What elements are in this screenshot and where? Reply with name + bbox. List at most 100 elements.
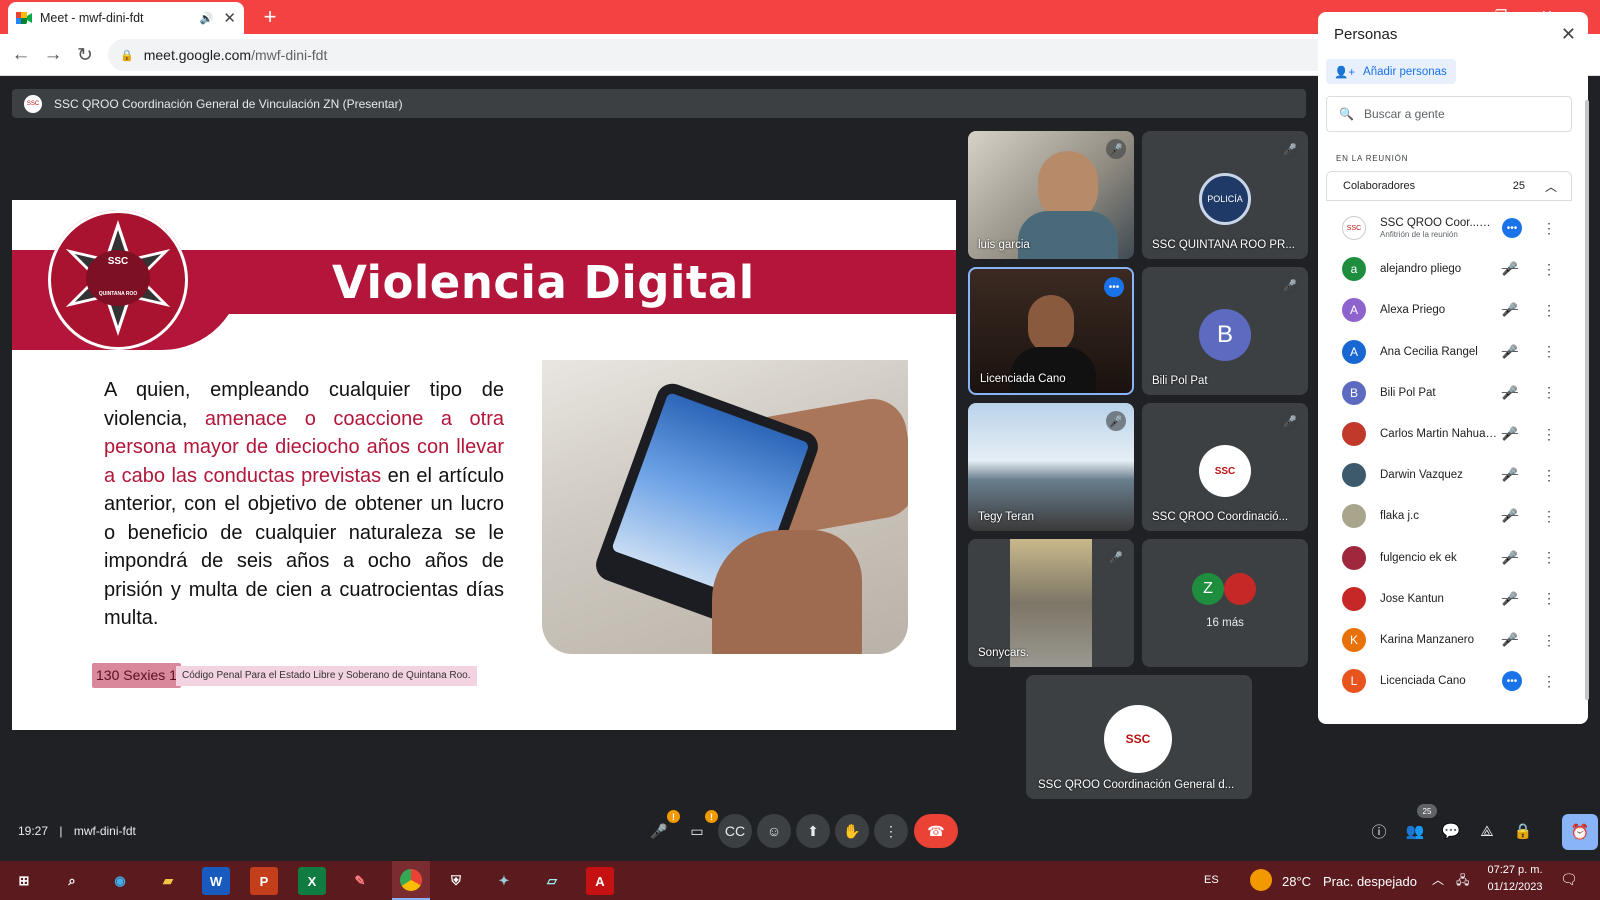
muted-mic-icon[interactable]: 🎤 (1502, 467, 1518, 483)
participant-menu-icon[interactable]: ⋮ (1542, 508, 1556, 525)
chat-button[interactable]: 💬 (1438, 818, 1464, 844)
powerpoint-icon[interactable]: P (250, 867, 278, 895)
participant-row[interactable]: Jose Kantun 🎤 ⋮ (1326, 578, 1572, 620)
muted-mic-icon[interactable]: 🎤 (1502, 385, 1518, 401)
alarm-button[interactable]: ⏰ (1562, 814, 1598, 850)
input-language[interactable]: ES (1204, 874, 1219, 886)
participant-menu-icon[interactable]: ⋮ (1542, 384, 1556, 401)
participant-row[interactable]: A Ana Cecilia Rangel 🎤 ⋮ (1326, 331, 1572, 373)
muted-mic-icon[interactable]: 🎤 (1502, 344, 1518, 360)
search-icon[interactable]: ⌕ (58, 867, 86, 895)
clock-time[interactable]: 07:27 p. m. (1484, 864, 1546, 876)
file-explorer-icon[interactable]: ▰ (154, 867, 182, 895)
forward-icon[interactable]: → (40, 42, 66, 68)
muted-mic-icon[interactable]: 🎤 (1502, 426, 1518, 442)
self-tile[interactable]: SSC SSC QROO Coordinación General d... (1026, 675, 1252, 799)
participant-row[interactable]: B Bili Pol Pat 🎤 ⋮ (1326, 372, 1572, 414)
address-bar[interactable]: 🔒 meet.google.com/mwf-dini-fdt (108, 39, 1426, 71)
chrome-icon[interactable] (392, 861, 430, 900)
network-icon[interactable]: 🖧 (1456, 871, 1469, 892)
participant-tile[interactable]: 🎤 Tegy Teran (968, 403, 1134, 531)
participant-menu-icon[interactable]: ⋮ (1542, 549, 1556, 566)
notes-icon[interactable]: ▱ (538, 867, 566, 895)
participant-name-text: Bili Pol Pat (1380, 386, 1436, 399)
clock-date[interactable]: 01/12/2023 (1484, 881, 1546, 893)
muted-mic-icon[interactable]: 🎤 (1502, 550, 1518, 566)
participant-menu-icon[interactable]: ⋮ (1542, 261, 1556, 278)
participant-tile[interactable]: 🎤 luis garcia (968, 131, 1134, 259)
participant-tile[interactable]: POLICÍA 🎤 SSC QUINTANA ROO PR... (1142, 131, 1308, 259)
speaking-indicator-icon[interactable]: ••• (1502, 218, 1522, 238)
word-icon[interactable]: W (202, 867, 230, 895)
participant-row[interactable]: a alejandro pliego 🎤 ⋮ (1326, 248, 1572, 290)
participant-row[interactable]: flaka j.c 🎤 ⋮ (1326, 495, 1572, 537)
participant-tile-speaking[interactable]: ••• Licenciada Cano (968, 267, 1134, 395)
participant-menu-icon[interactable]: ⋮ (1542, 426, 1556, 443)
acrobat-icon[interactable]: A (586, 867, 614, 895)
participant-row[interactable]: Darwin Vazquez 🎤 ⋮ (1326, 454, 1572, 496)
search-people-input[interactable]: 🔍 Buscar a gente (1326, 96, 1572, 132)
participant-tile[interactable]: B 🎤 Bili Pol Pat (1142, 267, 1308, 395)
tab-audio-icon[interactable]: 🔊 (200, 12, 214, 25)
divider: | (59, 824, 63, 838)
security-shield-icon[interactable]: ⛨ (442, 867, 470, 895)
meeting-details-button[interactable]: ⓘ (1366, 818, 1392, 844)
participant-row[interactable]: K Karina Manzanero 🎤 ⋮ (1326, 619, 1572, 661)
people-button[interactable]: 👥 (1402, 818, 1428, 844)
participant-avatar: SSC (1342, 216, 1366, 240)
participant-menu-icon[interactable]: ⋮ (1542, 632, 1556, 649)
participant-menu-icon[interactable]: ⋮ (1542, 343, 1556, 360)
reactions-button[interactable]: ☺ (757, 814, 791, 848)
more-options-button[interactable]: ⋮ (874, 814, 908, 848)
muted-mic-icon[interactable]: 🎤 (1502, 261, 1518, 277)
present-button[interactable]: ⬆ (796, 814, 830, 848)
participant-row[interactable]: A Alexa Priego 🎤 ⋮ (1326, 289, 1572, 331)
app-icon[interactable]: ✎ (346, 867, 374, 895)
more-options-icon[interactable]: ••• (1104, 277, 1124, 297)
weather-temp[interactable]: 28°C (1282, 874, 1311, 889)
chevron-up-icon[interactable]: ︿ (1545, 178, 1557, 195)
participant-tile[interactable]: SSC 🎤 SSC QROO Coordinació... (1142, 403, 1308, 531)
speaking-indicator-icon[interactable]: ••• (1502, 671, 1522, 692)
tab-close-icon[interactable]: ✕ (223, 9, 236, 27)
notifications-icon[interactable]: 🗨 (1560, 871, 1578, 888)
participant-row[interactable]: fulgencio ek ek 🎤 ⋮ (1326, 537, 1572, 579)
collaborators-group-header[interactable]: Colaboradores 25 ︿ (1326, 171, 1572, 201)
tray-chevron-icon[interactable]: ︿ (1432, 871, 1444, 888)
back-icon[interactable]: ← (8, 42, 34, 68)
close-panel-icon[interactable]: ✕ (1561, 24, 1576, 45)
participant-menu-icon[interactable]: ⋮ (1542, 673, 1556, 690)
more-participants-tile[interactable]: Z 16 más (1142, 539, 1308, 667)
participant-menu-icon[interactable]: ⋮ (1542, 590, 1556, 607)
participant-row[interactable]: SSC SSC QROO Coor...(Tú)Anfitrión de la r… (1326, 207, 1572, 249)
leave-call-button[interactable]: ☎ (914, 814, 958, 848)
muted-mic-icon[interactable]: 🎤 (1502, 632, 1518, 648)
panel-scrollbar[interactable] (1585, 100, 1589, 700)
paint-icon[interactable]: ✦ (490, 867, 518, 895)
edge-icon[interactable]: ◉ (106, 867, 134, 895)
raise-hand-button[interactable]: ✋ (835, 814, 869, 848)
excel-icon[interactable]: X (298, 867, 326, 895)
browser-tab[interactable]: Meet - mwf-dini-fdt 🔊 ✕ (8, 2, 244, 34)
participant-row[interactable]: Carlos Martin Nahuat ... 🎤 ⋮ (1326, 413, 1572, 455)
host-controls-button[interactable]: 🔒 (1510, 818, 1536, 844)
muted-mic-icon[interactable]: 🎤 (1502, 508, 1518, 524)
participant-avatar (1342, 463, 1366, 488)
participant-name: SSC QROO Coor...(Tú)Anfitrión de la reun… (1380, 217, 1498, 239)
windows-start-icon[interactable]: ⊞ (10, 867, 38, 895)
participant-menu-icon[interactable]: ⋮ (1542, 467, 1556, 484)
captions-button[interactable]: CC (718, 814, 752, 848)
muted-mic-icon[interactable]: 🎤 (1502, 302, 1518, 318)
new-tab-button[interactable]: + (258, 4, 282, 30)
activities-button[interactable]: ⟁ (1474, 818, 1500, 844)
reload-icon[interactable]: ↻ (72, 42, 98, 68)
weather-text[interactable]: Prac. despejado (1323, 874, 1417, 889)
muted-mic-icon[interactable]: 🎤 (1502, 591, 1518, 607)
participant-tile[interactable]: 🎤 Sonycars. (968, 539, 1134, 667)
participant-menu-icon[interactable]: ⋮ (1542, 302, 1556, 319)
participant-menu-icon[interactable]: ⋮ (1542, 220, 1556, 237)
camera-button[interactable]: ▭! (680, 810, 718, 848)
add-people-button[interactable]: 👤+ Añadir personas (1326, 59, 1456, 84)
mic-button[interactable]: 🎤! (642, 810, 680, 848)
participant-row[interactable]: L Licenciada Cano ••• ⋮ (1326, 660, 1572, 702)
